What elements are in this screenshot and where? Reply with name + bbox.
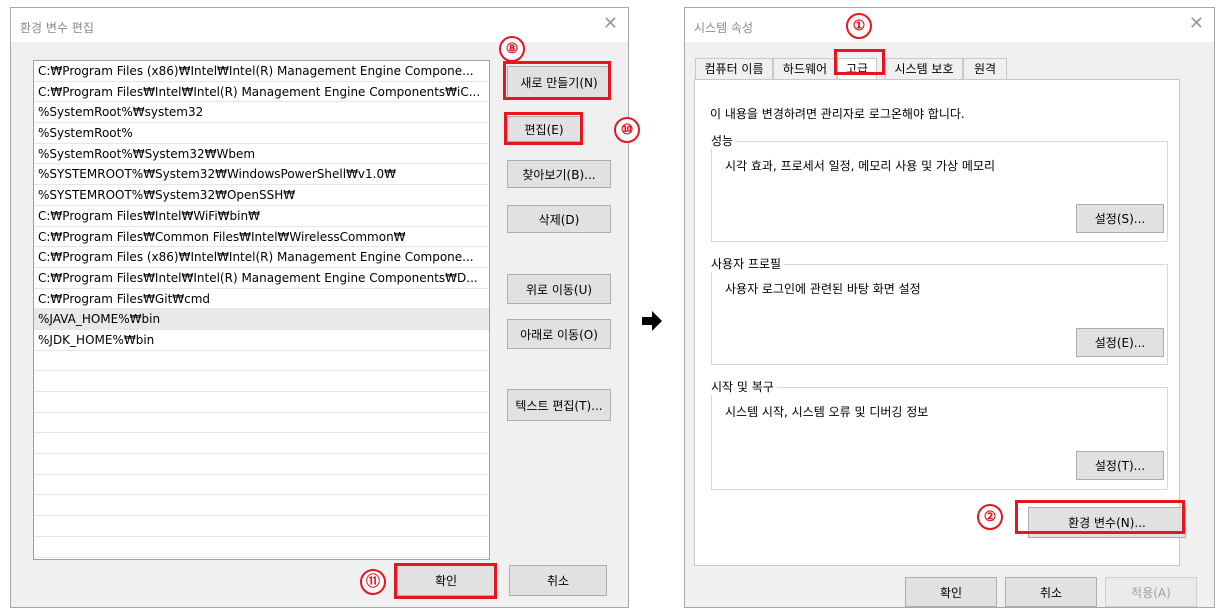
path-list-item[interactable]: C:₩Program Files (x86)₩Intel₩Intel(R) Ma… bbox=[34, 247, 489, 268]
user-profile-title: 사용자 프로필 bbox=[708, 255, 785, 272]
path-list-empty-row[interactable] bbox=[34, 413, 489, 434]
path-list-empty-row[interactable] bbox=[34, 351, 489, 372]
tab-advanced[interactable]: 고급 bbox=[837, 58, 877, 79]
path-list-empty-row[interactable] bbox=[34, 475, 489, 496]
path-list-empty-row[interactable] bbox=[34, 433, 489, 455]
browse-button[interactable]: 찾아보기(B)... bbox=[507, 160, 611, 188]
tab-system-protection[interactable]: 시스템 보호 bbox=[885, 58, 963, 79]
path-list-item[interactable]: %SYSTEMROOT%₩System32₩OpenSSH₩ bbox=[34, 185, 489, 206]
step-11-marker: ⑪ bbox=[360, 569, 386, 595]
path-list-empty-row[interactable] bbox=[34, 392, 489, 413]
path-list-item[interactable]: %JDK_HOME%₩bin bbox=[34, 330, 489, 351]
path-list[interactable]: C:₩Program Files (x86)₩Intel₩Intel(R) Ma… bbox=[33, 60, 490, 560]
path-list-item[interactable]: C:₩Program Files₩Common Files₩Intel₩Wire… bbox=[34, 227, 489, 248]
path-list-item[interactable]: %JAVA_HOME%₩bin bbox=[34, 309, 489, 330]
path-list-item[interactable]: %SystemRoot%₩System32₩Wbem bbox=[34, 144, 489, 165]
advanced-panel: 이 내용을 변경하려면 관리자로 로그온해야 합니다. 성능 시각 효과, 프로… bbox=[694, 79, 1186, 566]
title-bar: 시스템 속성 ✕ bbox=[685, 8, 1214, 42]
step-10-marker: ⑩ bbox=[614, 117, 640, 143]
performance-desc: 시각 효과, 프로세서 일정, 메모리 사용 및 가상 메모리 bbox=[725, 159, 995, 173]
ok-button[interactable]: 확인 bbox=[397, 565, 495, 596]
user-profile-group: 사용자 프로필 사용자 로그인에 관련된 바탕 화면 설정 설정(E)... bbox=[708, 255, 1168, 365]
path-list-item[interactable]: %SystemRoot% bbox=[34, 123, 489, 144]
user-profile-settings-button[interactable]: 설정(E)... bbox=[1076, 328, 1164, 357]
user-profile-desc: 사용자 로그인에 관련된 바탕 화면 설정 bbox=[725, 282, 921, 296]
path-list-item[interactable]: %SYSTEMROOT%₩System32₩WindowsPowerShell₩… bbox=[34, 164, 489, 186]
path-list-empty-row[interactable] bbox=[34, 537, 489, 558]
performance-title: 성능 bbox=[708, 132, 737, 149]
performance-group: 성능 시각 효과, 프로세서 일정, 메모리 사용 및 가상 메모리 설정(S)… bbox=[708, 132, 1168, 242]
path-list-item[interactable]: %SystemRoot%₩system32 bbox=[34, 102, 489, 124]
admin-note: 이 내용을 변경하려면 관리자로 로그온해야 합니다. bbox=[710, 107, 965, 121]
startup-recovery-desc: 시스템 시작, 시스템 오류 및 디버깅 정보 bbox=[725, 405, 929, 419]
path-list-item[interactable]: C:₩Program Files₩Intel₩Intel(R) Manageme… bbox=[34, 268, 489, 289]
edit-env-var-dialog: 환경 변수 편집 ✕ C:₩Program Files (x86)₩Intel₩… bbox=[10, 7, 629, 608]
edit-text-button[interactable]: 텍스트 편집(T)... bbox=[507, 389, 611, 421]
close-icon[interactable]: ✕ bbox=[603, 14, 618, 34]
ok-button[interactable]: 확인 bbox=[905, 577, 997, 607]
path-list-item[interactable]: C:₩Program Files (x86)₩Intel₩Intel(R) Ma… bbox=[34, 61, 489, 82]
startup-recovery-group: 시작 및 복구 시스템 시작, 시스템 오류 및 디버깅 정보 설정(T)... bbox=[708, 378, 1168, 490]
path-list-item[interactable]: C:₩Program Files₩Git₩cmd bbox=[34, 289, 489, 310]
step-2-marker: ② bbox=[977, 504, 1003, 530]
system-properties-dialog: 시스템 속성 ✕ 컴퓨터 이름 하드웨어 고급 시스템 보호 원격 이 내용을 … bbox=[684, 7, 1215, 608]
close-icon[interactable]: ✕ bbox=[1189, 14, 1204, 34]
cancel-button[interactable]: 취소 bbox=[1005, 577, 1097, 607]
edit-button[interactable]: 편집(E) bbox=[507, 116, 581, 142]
path-list-item[interactable]: C:₩Program Files₩Intel₩WiFi₩bin₩ bbox=[34, 206, 489, 227]
performance-settings-button[interactable]: 설정(S)... bbox=[1076, 204, 1164, 233]
dialog-title: 환경 변수 편집 bbox=[20, 21, 94, 35]
path-list-empty-row[interactable] bbox=[34, 454, 489, 475]
step-1-marker: ① bbox=[846, 13, 872, 39]
tab-computer-name[interactable]: 컴퓨터 이름 bbox=[695, 58, 773, 79]
dialog-title: 시스템 속성 bbox=[694, 21, 754, 35]
right-arrow-icon bbox=[642, 311, 662, 331]
path-list-empty-row[interactable] bbox=[34, 495, 489, 517]
delete-button[interactable]: 삭제(D) bbox=[507, 205, 611, 233]
startup-recovery-title: 시작 및 복구 bbox=[708, 378, 777, 395]
move-down-button[interactable]: 아래로 이동(O) bbox=[507, 319, 611, 349]
apply-button[interactable]: 적용(A) bbox=[1105, 577, 1197, 607]
cancel-button[interactable]: 취소 bbox=[509, 565, 607, 596]
path-list-item[interactable]: C:₩Program Files₩Intel₩Intel(R) Manageme… bbox=[34, 82, 489, 103]
tab-hardware[interactable]: 하드웨어 bbox=[773, 58, 837, 79]
step-8-marker: ⑧ bbox=[499, 36, 525, 62]
path-list-empty-row[interactable] bbox=[34, 371, 489, 392]
startup-recovery-settings-button[interactable]: 설정(T)... bbox=[1076, 451, 1164, 480]
environment-variables-button[interactable]: 환경 변수(N)... bbox=[1028, 507, 1186, 538]
path-list-empty-row[interactable] bbox=[34, 516, 489, 537]
move-up-button[interactable]: 위로 이동(U) bbox=[507, 274, 611, 304]
tab-remote[interactable]: 원격 bbox=[963, 58, 1007, 79]
title-bar: 환경 변수 편집 ✕ bbox=[11, 8, 628, 42]
new-button[interactable]: 새로 만들기(N) bbox=[507, 66, 611, 98]
